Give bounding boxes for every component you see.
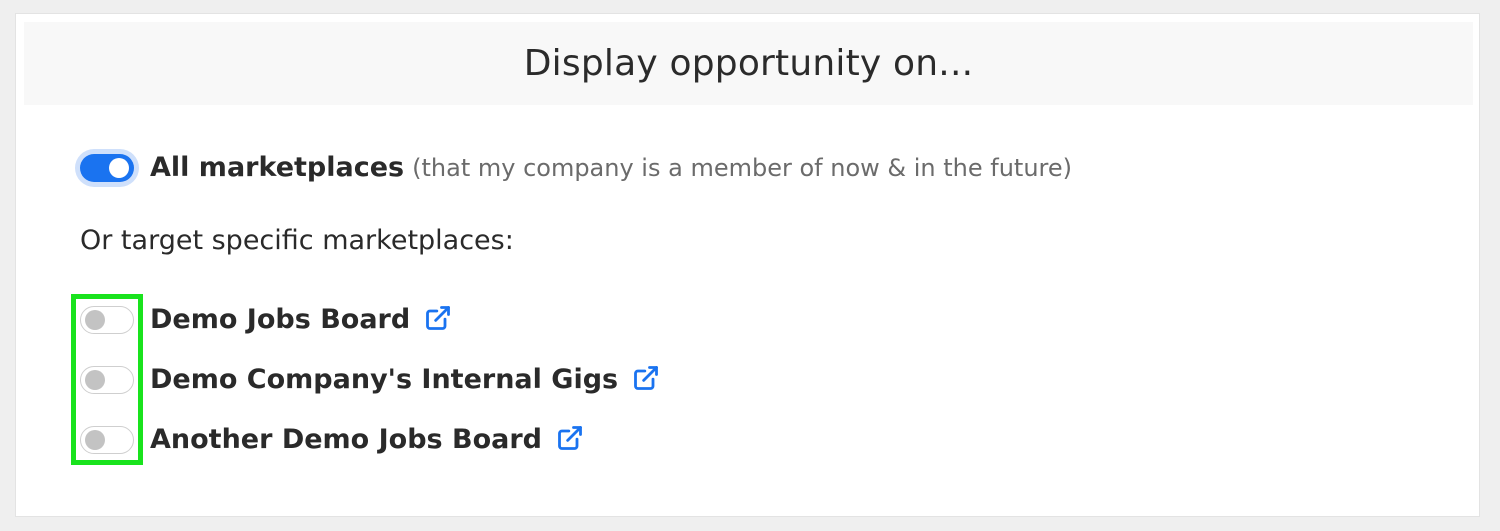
page-title: Display opportunity on... xyxy=(523,43,974,84)
all-marketplaces-toggle[interactable] xyxy=(80,154,134,182)
toggle-knob xyxy=(109,158,129,178)
toggle-knob xyxy=(85,310,105,330)
card-header: Display opportunity on... xyxy=(24,22,1473,105)
demo-jobs-board-toggle[interactable] xyxy=(80,306,134,334)
external-link-icon[interactable] xyxy=(632,364,660,392)
marketplace-item-demo-jobs-board: Demo Jobs Board xyxy=(150,303,452,337)
marketplace-label: Another Demo Jobs Board xyxy=(150,424,543,455)
marketplace-item-demo-company-internal-gigs: Demo Company's Internal Gigs xyxy=(150,363,660,397)
all-marketplaces-row: All marketplaces (that my company is a me… xyxy=(150,151,1072,185)
specific-marketplaces-heading: Or target specific marketplaces: xyxy=(80,225,514,256)
toggle-knob xyxy=(85,430,105,450)
external-link-icon[interactable] xyxy=(556,424,584,452)
marketplace-label: Demo Company's Internal Gigs xyxy=(150,364,619,395)
demo-company-internal-gigs-toggle[interactable] xyxy=(80,366,134,394)
all-marketplaces-note: (that my company is a member of now & in… xyxy=(412,154,1072,182)
toggle-knob xyxy=(85,370,105,390)
external-link-icon[interactable] xyxy=(424,304,452,332)
all-marketplaces-label: All marketplaces xyxy=(150,152,405,183)
marketplace-label: Demo Jobs Board xyxy=(150,304,411,335)
marketplace-item-another-demo-jobs-board: Another Demo Jobs Board xyxy=(150,423,584,457)
another-demo-jobs-board-toggle[interactable] xyxy=(80,426,134,454)
marketplace-card: Display opportunity on... All marketplac… xyxy=(15,13,1480,517)
